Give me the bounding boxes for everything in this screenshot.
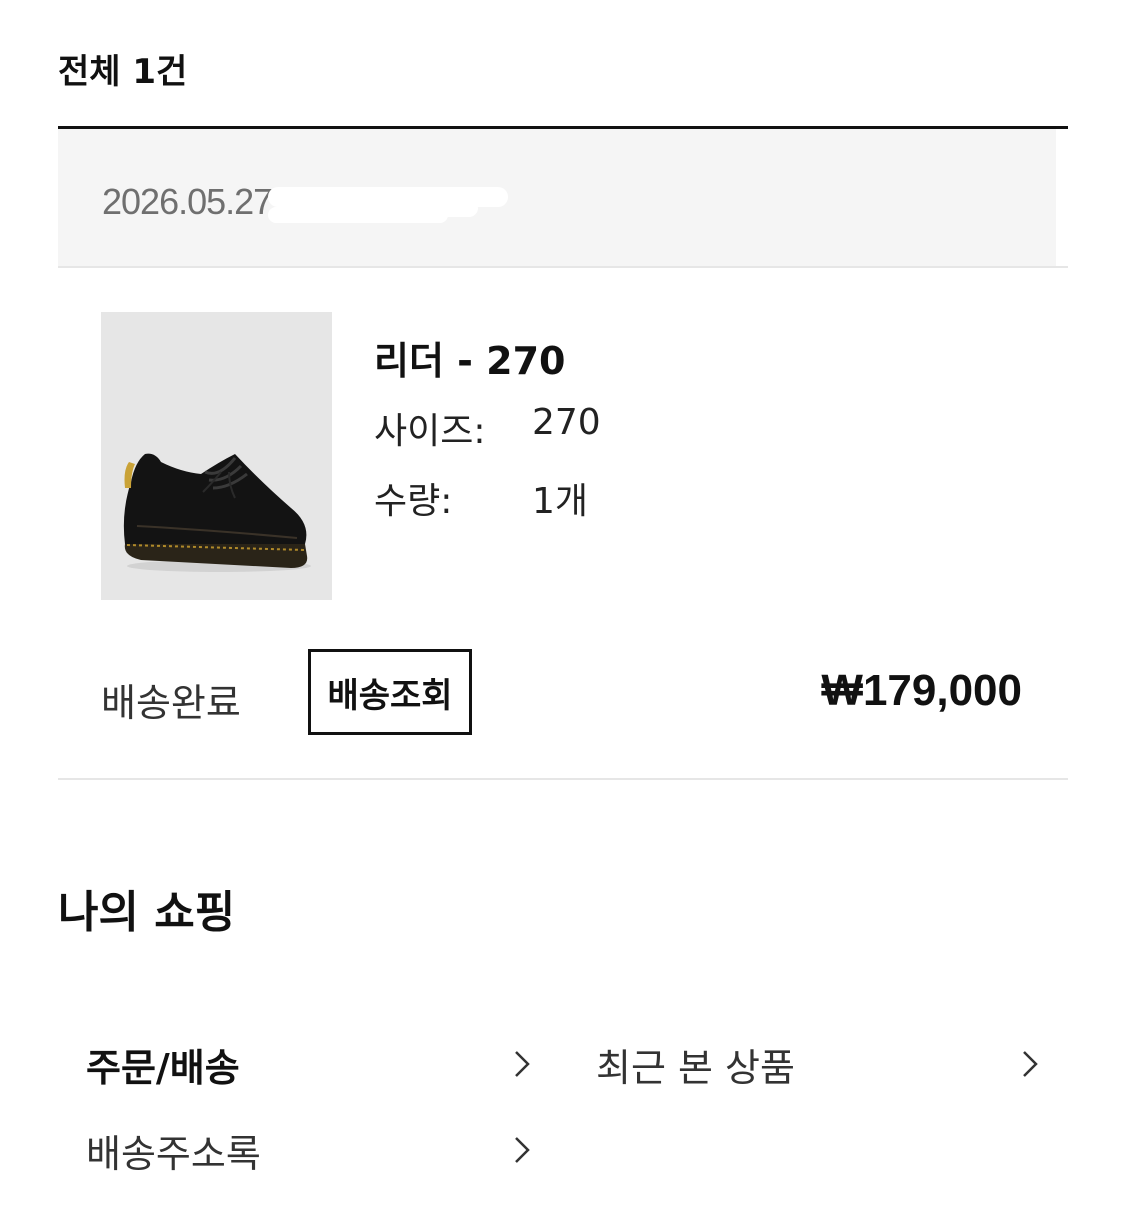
chevron-right-icon xyxy=(1023,1051,1038,1077)
redacted-order-number xyxy=(268,183,523,225)
order-header-divider xyxy=(58,266,1068,268)
order-history-page: 전체 1건 2026.05.27 리더 - 270 사이즈: 270 수량: 1… xyxy=(0,0,1125,1222)
order-item-divider xyxy=(58,778,1068,780)
menu-orders-delivery[interactable]: 주문/배송 xyxy=(86,1034,532,1094)
track-delivery-button[interactable]: 배송조회 xyxy=(308,649,472,735)
order-total-count: 전체 1건 xyxy=(58,52,188,92)
product-name[interactable]: 리더 - 270 xyxy=(374,330,565,385)
chevron-right-icon xyxy=(515,1137,530,1163)
menu-label: 주문/배송 xyxy=(86,1045,240,1090)
menu-recently-viewed[interactable]: 최근 본 상품 xyxy=(596,1034,1040,1094)
size-value: 270 xyxy=(532,402,601,443)
quantity-value: 1개 xyxy=(532,481,589,522)
product-image[interactable] xyxy=(101,312,332,600)
menu-label: 최근 본 상품 xyxy=(596,1045,795,1090)
chevron-right-icon xyxy=(515,1051,530,1077)
order-price: ₩179,000 xyxy=(821,666,1022,715)
menu-address-book[interactable]: 배송주소록 xyxy=(86,1120,532,1180)
quantity-label: 수량: xyxy=(374,481,453,522)
menu-label: 배송주소록 xyxy=(86,1131,261,1176)
order-header: 2026.05.27 xyxy=(58,129,1056,266)
my-shopping-title: 나의 쇼핑 xyxy=(58,887,236,938)
order-date: 2026.05.27 xyxy=(102,181,273,222)
size-label: 사이즈: xyxy=(374,411,486,452)
delivery-status: 배송완료 xyxy=(101,681,241,725)
shoe-icon xyxy=(123,453,311,572)
